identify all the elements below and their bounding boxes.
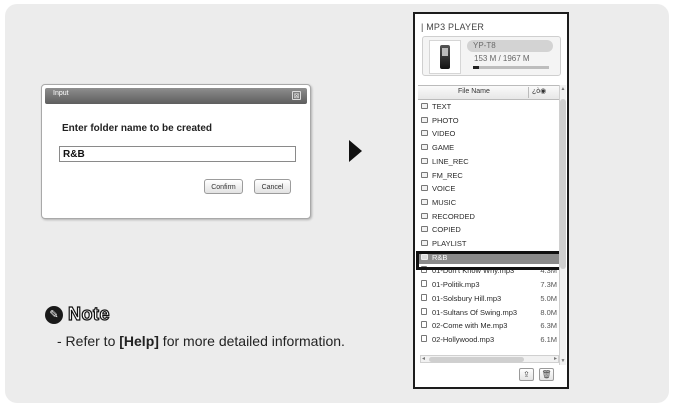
vertical-scroll-thumb[interactable]	[560, 99, 566, 269]
confirm-button[interactable]: Confirm	[204, 179, 243, 194]
folder-item[interactable]: GAME	[418, 141, 559, 154]
folder-item[interactable]: VOICE	[418, 182, 559, 195]
player-title: | MP3 PLAYER	[421, 22, 485, 32]
file-icon	[421, 280, 427, 288]
trash-icon[interactable]: 🗑	[539, 368, 554, 381]
file-item[interactable]: 01-Politik.mp3 7.3M	[418, 278, 559, 291]
file-icon	[421, 293, 427, 301]
note-text-prefix: - Refer to	[57, 333, 120, 349]
item-name: 01-Don't Know Why.mp3	[432, 266, 515, 276]
note-title: Note	[67, 303, 110, 324]
folder-item[interactable]: MUSIC	[418, 196, 559, 209]
folder-icon	[421, 116, 428, 123]
item-name: MUSIC	[432, 197, 457, 207]
item-size: 5.0M	[540, 293, 557, 303]
item-name: VIDEO	[432, 129, 456, 139]
item-name: VOICE	[432, 184, 456, 194]
item-name: PLAYLIST	[432, 239, 467, 248]
sort-icon[interactable]: ¿ò◉	[528, 87, 546, 98]
file-item[interactable]: 02-Come with Me.mp3 6.3M	[418, 319, 559, 332]
dialog-prompt: Enter folder name to be created	[62, 123, 213, 134]
file-icon	[421, 266, 427, 274]
folder-icon	[421, 130, 428, 137]
file-icon	[421, 334, 427, 342]
scroll-down-icon[interactable]: ▼	[560, 358, 566, 364]
item-name: 02-Come with Me.mp3	[432, 321, 508, 331]
folder-icon	[421, 226, 428, 233]
item-name: 01-Solsbury Hill.mp3	[432, 293, 502, 303]
folder-item[interactable]: PHOTO	[418, 114, 559, 127]
item-size: 4.3M	[540, 266, 557, 276]
note-text: - Refer to [Help] for more detailed info…	[57, 333, 345, 349]
pencil-icon: ✎	[45, 306, 63, 324]
folder-icon	[421, 253, 428, 260]
folder-icon	[421, 240, 428, 246]
item-size: 6.3M	[540, 321, 557, 331]
folder-icon	[421, 171, 428, 178]
item-name: R&B	[432, 252, 448, 262]
item-size: 8.0M	[540, 307, 557, 317]
folder-item[interactable]: FM_REC	[418, 169, 559, 182]
horizontal-scroll-thumb[interactable]	[429, 357, 524, 362]
item-name: 01-Sultans Of Swing.mp3	[432, 307, 518, 317]
scroll-up-icon[interactable]: ▲	[560, 86, 566, 92]
dialog-title: Input	[53, 90, 69, 97]
file-icon	[421, 321, 427, 329]
dialog-titlebar: Input ⊠	[45, 88, 307, 104]
folder-icon	[421, 198, 428, 205]
arrow-right-icon	[349, 140, 362, 162]
item-name: LINE_REC	[432, 156, 469, 166]
folder-icon	[421, 212, 428, 219]
note-text-suffix: for more detailed information.	[158, 333, 345, 349]
folder-item[interactable]: RECORDED	[418, 210, 559, 223]
item-name: GAME	[432, 143, 455, 153]
item-name: FM_REC	[432, 170, 463, 180]
file-item[interactable]: 01-Don't Know Why.mp3 4.3M	[418, 264, 559, 277]
item-name: TEXT	[432, 102, 452, 111]
horizontal-scrollbar[interactable]: ◂ ▸	[420, 355, 559, 363]
folder-icon	[421, 157, 428, 164]
item-name: RECORDED	[432, 211, 475, 221]
item-name: COPIED	[432, 225, 461, 235]
item-size: 6.1M	[540, 334, 557, 344]
folder-item[interactable]: VIDEO	[418, 127, 559, 140]
folder-item[interactable]: TEXT	[418, 100, 559, 113]
folder-icon	[421, 103, 428, 109]
folder-item[interactable]: R&B	[418, 250, 559, 264]
capacity-bar-fill	[473, 66, 480, 69]
folder-item[interactable]: LINE_REC	[418, 155, 559, 168]
device-image	[429, 40, 461, 74]
file-icon	[421, 307, 427, 315]
folder-icon	[421, 144, 428, 151]
folder-item[interactable]: PLAYLIST	[418, 237, 559, 250]
close-icon[interactable]: ⊠	[292, 91, 301, 100]
mp3-player-window: | MP3 PLAYER YP-T8 153 M / 1967 M File N…	[413, 12, 569, 389]
device-info: YP-T8 153 M / 1967 M	[422, 36, 561, 76]
capacity-bar	[473, 66, 549, 69]
folder-name-input[interactable]	[59, 146, 296, 162]
file-item[interactable]: 01-Solsbury Hill.mp3 5.0M	[418, 292, 559, 305]
scroll-right-icon[interactable]: ▸	[554, 355, 557, 362]
device-capacity: 153 M / 1967 M	[474, 54, 530, 63]
file-list-header: File Name ¿ò◉	[418, 85, 559, 100]
input-dialog: Input ⊠ Enter folder name to be created …	[41, 84, 311, 219]
item-size: 7.3M	[540, 280, 557, 290]
item-name: 02-Hollywood.mp3	[432, 334, 495, 344]
note-help-link: [Help]	[119, 333, 159, 349]
device-model: YP-T8	[467, 40, 553, 52]
scroll-left-icon[interactable]: ◂	[422, 355, 425, 362]
vertical-scrollbar[interactable]: ▲ ▼	[559, 85, 566, 365]
item-name: 01-Politik.mp3	[432, 280, 480, 290]
column-header-filename[interactable]: File Name	[458, 88, 490, 95]
upload-icon[interactable]: ⇪	[519, 368, 534, 381]
item-name: PHOTO	[432, 115, 459, 125]
file-item[interactable]: 01-Sultans Of Swing.mp3 8.0M	[418, 306, 559, 319]
folder-icon	[421, 185, 428, 192]
cancel-button[interactable]: Cancel	[254, 179, 291, 194]
folder-item[interactable]: COPIED	[418, 223, 559, 236]
file-item[interactable]: 02-Hollywood.mp3 6.1M	[418, 333, 559, 346]
